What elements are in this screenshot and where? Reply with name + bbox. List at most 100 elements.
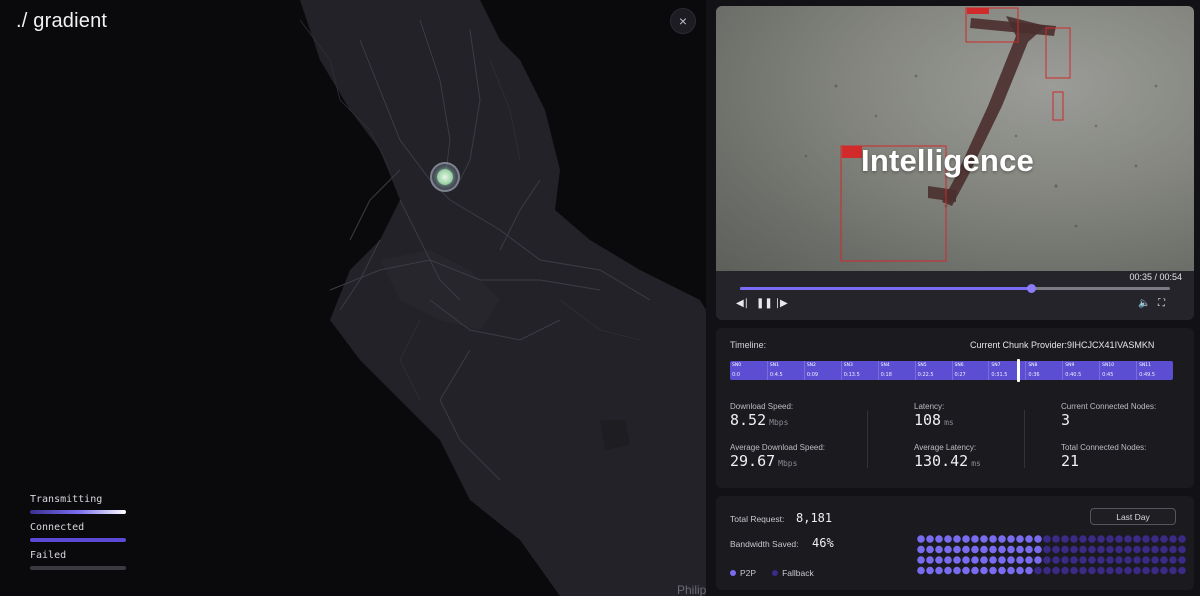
segment-time: 0:18 bbox=[880, 372, 892, 378]
p2p-dot bbox=[962, 535, 970, 543]
map-country-label: Philip bbox=[677, 583, 707, 596]
p2p-dot bbox=[926, 535, 934, 543]
segment-id: SN1 bbox=[769, 363, 779, 368]
timeline-segment[interactable]: SN8 0:36 bbox=[1025, 361, 1062, 380]
bandwidth-dot-grid bbox=[917, 535, 1189, 579]
segment-time: 0:36 bbox=[1028, 372, 1040, 378]
timeline-segment[interactable]: SN1 0:4.5 bbox=[766, 361, 804, 380]
timeline-segment[interactable]: SN9 0:40.5 bbox=[1062, 361, 1099, 380]
chunk-timeline[interactable]: SN0 0:0 SN1 0:4.5 SN2 0:09 SN3 0:13.5 SN4 0:18 SN5… bbox=[730, 361, 1173, 380]
fallback-dot bbox=[1088, 566, 1096, 575]
p2p-dot bbox=[917, 566, 925, 575]
timeline-segment[interactable]: SN3 0:13.5 bbox=[840, 361, 878, 380]
fallback-dot bbox=[1133, 545, 1141, 554]
p2p-dot bbox=[1016, 556, 1024, 564]
video-progress-fill bbox=[740, 287, 1032, 290]
stat-label: Total Connected Nodes: bbox=[1061, 443, 1147, 452]
p2p-dot bbox=[989, 545, 997, 554]
skip-forward-icon[interactable]: ∣▶ bbox=[775, 298, 788, 309]
fallback-dot bbox=[1142, 566, 1150, 575]
p2p-dot bbox=[980, 566, 988, 575]
fallback-dot bbox=[1160, 556, 1168, 564]
fallback-dot bbox=[1133, 556, 1141, 564]
p2p-dot bbox=[998, 556, 1006, 564]
fullscreen-icon[interactable]: ⛶ bbox=[1158, 298, 1165, 309]
p2p-dot bbox=[1034, 535, 1042, 543]
p2p-dot bbox=[935, 566, 943, 575]
stat-divider bbox=[1024, 410, 1025, 468]
segment-time: 0:27 bbox=[954, 372, 966, 378]
chunk-provider: Current Chunk Provider:9IHCJCX41IVASMKN bbox=[970, 340, 1154, 350]
stat-avg-latency: Average Latency: 130.42 ms bbox=[914, 443, 981, 471]
stat-latency: Latency: 108 ms bbox=[914, 402, 954, 430]
p2p-dot bbox=[1025, 556, 1033, 564]
stat-avg-download-speed: Average Download Speed: 29.67 Mbps bbox=[730, 443, 825, 471]
p2p-dot bbox=[1034, 545, 1042, 554]
fallback-dot bbox=[1115, 545, 1123, 554]
chunk-provider-label: Current Chunk Provider: bbox=[970, 340, 1068, 350]
map-view[interactable]: ./ gradient × Philip Transmitting Connec… bbox=[0, 0, 712, 596]
video-player[interactable]: Intelligence 00:35 / 00:54 ◀∣ ❚❚ ∣▶ 🔈 ⛶ bbox=[716, 6, 1194, 320]
fallback-dot bbox=[1106, 535, 1114, 543]
timeline-segment[interactable]: SN6 0:27 bbox=[951, 361, 989, 380]
fallback-dot bbox=[1178, 545, 1186, 554]
timeline-cursor[interactable] bbox=[1017, 359, 1020, 382]
stat-label: Latency: bbox=[914, 402, 945, 411]
timeline-segment[interactable]: SN11 0:49.5 bbox=[1136, 361, 1173, 380]
fallback-dot bbox=[1097, 545, 1105, 554]
fallback-dot bbox=[1169, 556, 1177, 564]
fallback-dot bbox=[1151, 566, 1159, 575]
fallback-dot bbox=[1115, 566, 1123, 575]
pause-icon[interactable]: ❚❚ bbox=[756, 298, 773, 309]
fallback-dot bbox=[1124, 545, 1132, 554]
time-range-button[interactable]: Last Day bbox=[1090, 508, 1176, 525]
p2p-dot bbox=[1016, 566, 1024, 575]
fallback-dot bbox=[1124, 535, 1132, 543]
video-progress-handle[interactable] bbox=[1027, 284, 1037, 293]
timeline-title: Timeline: bbox=[730, 340, 767, 350]
fallback-dot bbox=[1052, 566, 1060, 575]
chunk-provider-id: 9IHCJCX41IVASMKN bbox=[1067, 340, 1155, 350]
timeline-segment[interactable]: SN10 0:45 bbox=[1099, 361, 1136, 380]
p2p-dot bbox=[926, 566, 934, 575]
segment-time: 0:31.5 bbox=[991, 372, 1008, 378]
p2p-dot bbox=[935, 556, 943, 564]
fallback-dot bbox=[1160, 535, 1168, 543]
fallback-dot bbox=[1061, 535, 1069, 543]
fallback-dot bbox=[1052, 545, 1060, 554]
app-logo[interactable]: ./ gradient bbox=[16, 10, 107, 33]
legend-connected-label: Connected bbox=[30, 522, 85, 533]
close-button[interactable]: × bbox=[670, 8, 696, 34]
p2p-dot bbox=[980, 556, 988, 564]
fallback-dot-icon bbox=[772, 570, 779, 576]
p2p-dot bbox=[998, 535, 1006, 543]
fallback-dot bbox=[1043, 556, 1051, 564]
stat-label: Average Download Speed: bbox=[730, 443, 826, 452]
segment-id: SN7 bbox=[991, 363, 1001, 368]
video-scene bbox=[804, 7, 1158, 262]
p2p-dot bbox=[1025, 545, 1033, 554]
p2p-dot bbox=[926, 556, 934, 564]
video-progress-bar[interactable] bbox=[740, 284, 1170, 293]
volume-icon[interactable]: 🔈 bbox=[1138, 298, 1150, 309]
p2p-dot bbox=[1007, 535, 1015, 543]
fallback-dot bbox=[1106, 545, 1114, 554]
timeline-segment[interactable]: SN5 0:22.5 bbox=[914, 361, 952, 380]
timeline-segment[interactable]: SN0 0:0 bbox=[730, 361, 767, 380]
bandwidth-saved-value: 46% bbox=[812, 536, 834, 550]
timeline-segment[interactable]: SN2 0:09 bbox=[803, 361, 841, 380]
fallback-dot bbox=[1124, 566, 1132, 575]
p2p-dot bbox=[935, 535, 943, 543]
segment-id: SN9 bbox=[1065, 363, 1075, 368]
segment-time: 0:45 bbox=[1102, 372, 1114, 378]
p2p-dot bbox=[926, 545, 934, 554]
skip-back-icon[interactable]: ◀∣ bbox=[736, 298, 749, 309]
p2p-dot bbox=[944, 545, 952, 554]
node-location-marker[interactable] bbox=[430, 162, 460, 192]
fallback-dot bbox=[1169, 566, 1177, 575]
timeline-segment[interactable]: SN4 0:18 bbox=[877, 361, 915, 380]
legend-failed: Failed bbox=[30, 550, 130, 570]
bandwidth-saved-label: Bandwidth Saved: bbox=[730, 539, 799, 549]
stat-download-speed: Download Speed: 8.52 Mbps bbox=[730, 402, 793, 430]
fallback-dot bbox=[1115, 556, 1123, 564]
